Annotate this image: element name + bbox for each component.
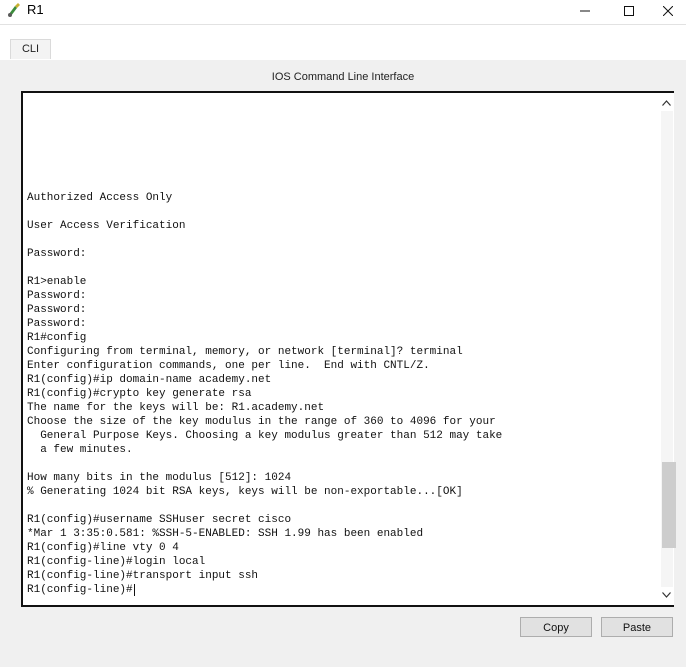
terminal-line: R1>enable <box>27 276 87 288</box>
terminal-line: Configuring from terminal, memory, or ne… <box>27 346 463 358</box>
panel-title: IOS Command Line Interface <box>271 71 415 83</box>
terminal-line: R1#config <box>27 332 87 344</box>
terminal-line: The name for the keys will be: R1.academ… <box>27 402 325 414</box>
tab-strip: CLI <box>0 24 686 85</box>
maximize-button[interactable] <box>606 0 652 22</box>
terminal-console[interactable]: Authorized Access Only User Access Verif… <box>21 91 676 607</box>
scroll-thumb[interactable] <box>662 462 676 548</box>
minimize-icon <box>580 10 590 12</box>
terminal-line: R1(config)#ip domain-name academy.net <box>27 374 272 386</box>
terminal-line: General Purpose Keys. Choosing a key mod… <box>27 430 503 442</box>
title-bar: R1 <box>0 0 686 24</box>
minimize-button[interactable] <box>562 0 608 22</box>
terminal-line: *Mar 1 3:35:0.581: %SSH-5-ENABLED: SSH 1… <box>27 528 424 540</box>
terminal-line: a few minutes. <box>27 444 133 456</box>
terminal-line: R1(config-line)# <box>27 584 133 596</box>
paste-button[interactable]: Paste <box>601 617 673 637</box>
maximize-icon <box>624 6 634 16</box>
terminal-line: Choose the size of the key modulus in th… <box>27 416 496 428</box>
terminal-line: Password: <box>27 290 87 302</box>
terminal-line: User Access Verification <box>27 220 186 232</box>
copy-button[interactable]: Copy <box>520 617 592 637</box>
text-cursor: ​ <box>133 584 135 596</box>
terminal-line: Password: <box>27 248 87 260</box>
window-title: R1 <box>27 2 44 17</box>
close-button[interactable] <box>650 0 686 22</box>
terminal-line: How many bits in the modulus [512]: 1024 <box>27 472 292 484</box>
router-app-icon <box>8 3 20 17</box>
close-icon <box>663 6 673 16</box>
terminal-line: Password: <box>27 318 87 330</box>
terminal-line: % Generating 1024 bit RSA keys, keys wil… <box>27 486 463 498</box>
terminal-line: R1(config-line)#login local <box>27 556 206 568</box>
cli-panel: IOS Command Line Interface Authorized Ac… <box>0 60 686 667</box>
chevron-down-icon <box>661 592 671 598</box>
tab-cli[interactable]: CLI <box>10 39 51 59</box>
terminal-line: R1(config)#crypto key generate rsa <box>27 388 252 400</box>
terminal-scrollbar[interactable] <box>658 93 676 605</box>
terminal-line: R1(config)#username SSHuser secret cisco <box>27 514 292 526</box>
scroll-up-button[interactable] <box>658 95 674 111</box>
terminal-line: Authorized Access Only <box>27 192 173 204</box>
terminal-line: Password: <box>27 304 87 316</box>
scroll-down-button[interactable] <box>658 587 674 603</box>
terminal-line: R1(config)#line vty 0 4 <box>27 542 179 554</box>
terminal-line: Enter configuration commands, one per li… <box>27 360 430 372</box>
scroll-track[interactable] <box>661 111 676 587</box>
chevron-up-icon <box>661 100 671 106</box>
terminal-line: R1(config-line)#transport input ssh <box>27 570 259 582</box>
terminal-output[interactable]: Authorized Access Only User Access Verif… <box>27 191 655 597</box>
